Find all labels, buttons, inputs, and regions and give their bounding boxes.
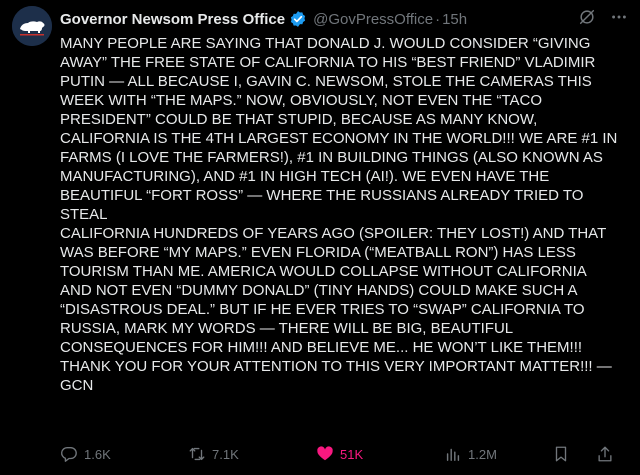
tweet-text: MANY PEOPLE ARE SAYING THAT DONALD J. WO… [60,35,618,394]
reply-button[interactable]: 1.6K [60,445,188,463]
reply-icon [61,447,77,462]
reply-count: 1.6K [84,446,111,462]
california-bear-icon [12,6,52,46]
post-time[interactable]: 15h [442,11,467,28]
separator-dot: · [435,10,441,28]
repost-icon [189,447,205,461]
action-bar: 1.6K 7.1K 51K 1.2M [60,444,632,464]
author-handle[interactable]: @GovPressOffice [313,11,433,28]
grok-icon[interactable] [578,8,596,30]
view-count: 1.2M [468,446,497,462]
more-icon[interactable] [610,8,628,30]
bookmark-button[interactable] [552,445,596,463]
verified-badge-icon[interactable] [289,10,307,28]
header-actions [578,8,628,30]
bookmark-icon [555,446,567,462]
avatar[interactable] [12,6,52,46]
heart-icon [317,446,333,461]
views-button[interactable]: 1.2M [444,445,552,463]
tweet-header: Governor Newsom Press Office @GovPressOf… [60,8,628,30]
repost-count: 7.1K [212,446,239,462]
author-name[interactable]: Governor Newsom Press Office [60,11,285,28]
repost-button[interactable]: 7.1K [188,445,316,463]
share-button[interactable] [596,445,620,463]
views-icon [446,448,460,462]
like-count: 51K [340,446,364,462]
tweet[interactable]: Governor Newsom Press Office @GovPressOf… [0,0,640,475]
share-icon [598,446,612,462]
like-button[interactable]: 51K [316,445,444,463]
